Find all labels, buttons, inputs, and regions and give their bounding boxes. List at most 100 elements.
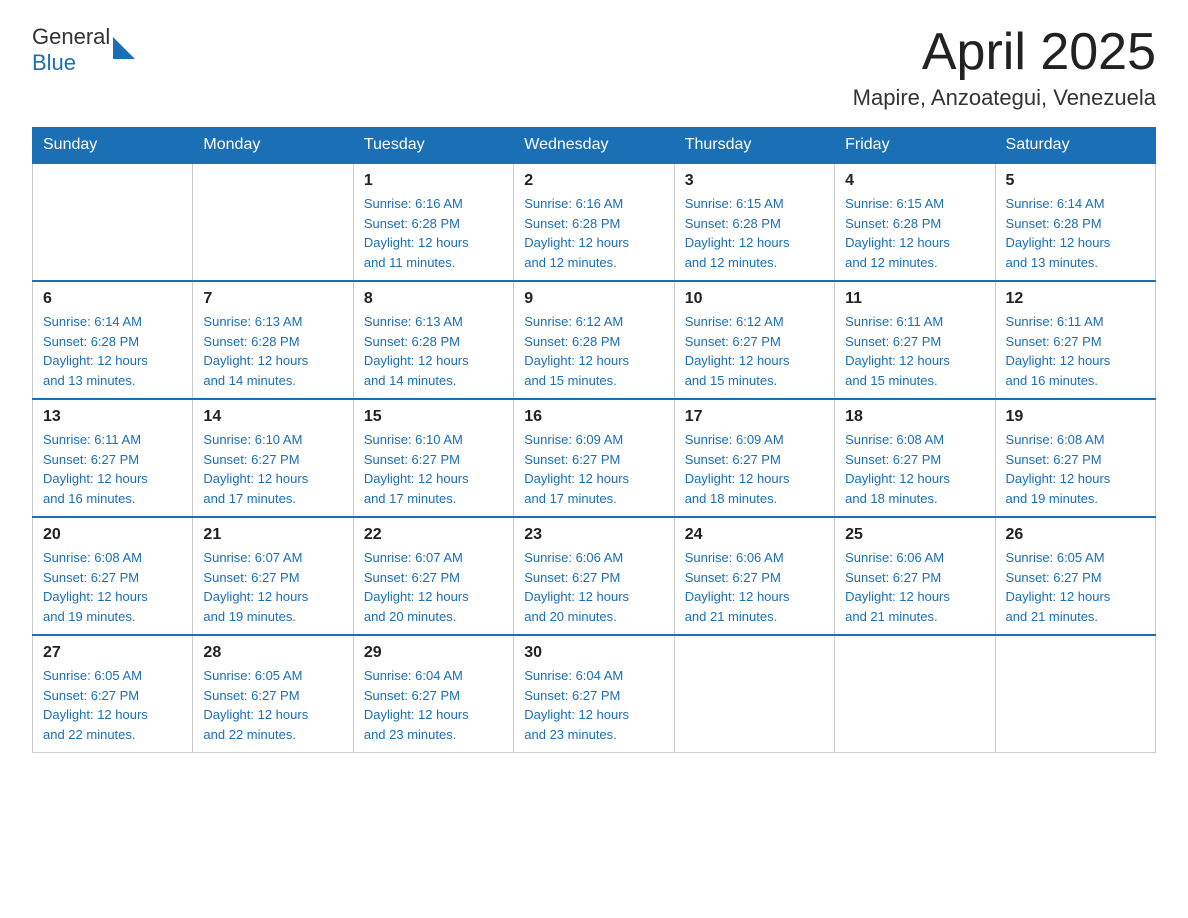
day-info: Sunrise: 6:07 AM Sunset: 6:27 PM Dayligh… — [364, 548, 503, 626]
day-number: 6 — [43, 290, 182, 308]
week-row-3: 13Sunrise: 6:11 AM Sunset: 6:27 PM Dayli… — [33, 399, 1156, 517]
day-number: 19 — [1006, 408, 1145, 426]
calendar-cell: 16 Sunrise: 6:09 AM Sunset: 6:27 PM Dayli… — [514, 399, 674, 517]
calendar-cell: 22 Sunrise: 6:07 AM Sunset: 6:27 PM Dayli… — [353, 517, 513, 635]
logo-arrow-icon — [113, 37, 135, 59]
calendar-cell: 8 Sunrise: 6:13 AM Sunset: 6:28 PM Daylig… — [353, 281, 513, 399]
column-header-tuesday: Tuesday — [353, 128, 513, 164]
calendar-cell: 15Sunrise: 6:10 AM Sunset: 6:27 PM Dayli… — [353, 399, 513, 517]
day-info: Sunrise: 6:09 AM Sunset: 6:27 PM Dayligh… — [524, 430, 663, 508]
calendar-cell: 5 Sunrise: 6:14 AM Sunset: 6:28 PM Daylig… — [995, 163, 1155, 281]
day-number: 28 — [203, 644, 342, 662]
day-info: Sunrise: 6:04 AM Sunset: 6:27 PM Dayligh… — [364, 666, 503, 744]
location-subtitle: Mapire, Anzoategui, Venezuela — [853, 85, 1156, 111]
day-info: Sunrise: 6:14 AM Sunset: 6:28 PM Dayligh… — [1006, 194, 1145, 272]
day-info: Sunrise: 6:08 AM Sunset: 6:27 PM Dayligh… — [43, 548, 182, 626]
day-info: Sunrise: 6:04 AM Sunset: 6:27 PM Dayligh… — [524, 666, 663, 744]
calendar-cell: 18 Sunrise: 6:08 AM Sunset: 6:27 PM Dayli… — [835, 399, 995, 517]
page-header: General Blue April 2025 Mapire, Anzoateg… — [32, 24, 1156, 111]
day-number: 29 — [364, 644, 503, 662]
calendar-cell — [193, 163, 353, 281]
calendar-cell: 3 Sunrise: 6:15 AM Sunset: 6:28 PM Daylig… — [674, 163, 834, 281]
calendar-cell: 4 Sunrise: 6:15 AM Sunset: 6:28 PM Daylig… — [835, 163, 995, 281]
week-row-5: 27Sunrise: 6:05 AM Sunset: 6:27 PM Dayli… — [33, 635, 1156, 753]
calendar-cell: 7 Sunrise: 6:13 AM Sunset: 6:28 PM Daylig… — [193, 281, 353, 399]
day-info: Sunrise: 6:12 AM Sunset: 6:27 PM Dayligh… — [685, 312, 824, 390]
calendar-cell: 25 Sunrise: 6:06 AM Sunset: 6:27 PM Dayli… — [835, 517, 995, 635]
day-number: 3 — [685, 172, 824, 190]
day-info: Sunrise: 6:07 AM Sunset: 6:27 PM Dayligh… — [203, 548, 342, 626]
day-number: 23 — [524, 526, 663, 544]
week-row-1: 1 Sunrise: 6:16 AM Sunset: 6:28 PM Daylig… — [33, 163, 1156, 281]
day-info: Sunrise: 6:06 AM Sunset: 6:27 PM Dayligh… — [685, 548, 824, 626]
calendar-cell: 20Sunrise: 6:08 AM Sunset: 6:27 PM Dayli… — [33, 517, 193, 635]
calendar-cell — [33, 163, 193, 281]
calendar-cell — [835, 635, 995, 753]
calendar-cell: 26Sunrise: 6:05 AM Sunset: 6:27 PM Dayli… — [995, 517, 1155, 635]
day-info: Sunrise: 6:14 AM Sunset: 6:28 PM Dayligh… — [43, 312, 182, 390]
day-number: 10 — [685, 290, 824, 308]
day-info: Sunrise: 6:13 AM Sunset: 6:28 PM Dayligh… — [364, 312, 503, 390]
column-header-friday: Friday — [835, 128, 995, 164]
day-info: Sunrise: 6:08 AM Sunset: 6:27 PM Dayligh… — [845, 430, 984, 508]
calendar-cell: 6 Sunrise: 6:14 AM Sunset: 6:28 PM Daylig… — [33, 281, 193, 399]
day-number: 2 — [524, 172, 663, 190]
logo: General Blue — [32, 24, 135, 77]
day-number: 21 — [203, 526, 342, 544]
calendar-header-row: SundayMondayTuesdayWednesdayThursdayFrid… — [33, 128, 1156, 164]
calendar-cell: 28 Sunrise: 6:05 AM Sunset: 6:27 PM Dayli… — [193, 635, 353, 753]
day-number: 1 — [364, 172, 503, 190]
day-number: 30 — [524, 644, 663, 662]
day-info: Sunrise: 6:06 AM Sunset: 6:27 PM Dayligh… — [845, 548, 984, 626]
day-number: 4 — [845, 172, 984, 190]
calendar-cell: 17 Sunrise: 6:09 AM Sunset: 6:27 PM Dayli… — [674, 399, 834, 517]
month-year-title: April 2025 — [853, 24, 1156, 81]
day-info: Sunrise: 6:16 AM Sunset: 6:28 PM Dayligh… — [364, 194, 503, 272]
calendar-cell: 30 Sunrise: 6:04 AM Sunset: 6:27 PM Dayli… — [514, 635, 674, 753]
day-number: 11 — [845, 290, 984, 308]
calendar-cell: 2 Sunrise: 6:16 AM Sunset: 6:28 PM Daylig… — [514, 163, 674, 281]
day-number: 18 — [845, 408, 984, 426]
logo-text: General Blue — [32, 24, 110, 77]
day-info: Sunrise: 6:15 AM Sunset: 6:28 PM Dayligh… — [685, 194, 824, 272]
day-info: Sunrise: 6:10 AM Sunset: 6:27 PM Dayligh… — [203, 430, 342, 508]
calendar-cell: 23 Sunrise: 6:06 AM Sunset: 6:27 PM Dayli… — [514, 517, 674, 635]
day-number: 25 — [845, 526, 984, 544]
day-info: Sunrise: 6:11 AM Sunset: 6:27 PM Dayligh… — [43, 430, 182, 508]
day-info: Sunrise: 6:15 AM Sunset: 6:28 PM Dayligh… — [845, 194, 984, 272]
calendar-table: SundayMondayTuesdayWednesdayThursdayFrid… — [32, 127, 1156, 753]
day-info: Sunrise: 6:05 AM Sunset: 6:27 PM Dayligh… — [43, 666, 182, 744]
day-info: Sunrise: 6:09 AM Sunset: 6:27 PM Dayligh… — [685, 430, 824, 508]
day-info: Sunrise: 6:11 AM Sunset: 6:27 PM Dayligh… — [845, 312, 984, 390]
column-header-saturday: Saturday — [995, 128, 1155, 164]
day-info: Sunrise: 6:13 AM Sunset: 6:28 PM Dayligh… — [203, 312, 342, 390]
day-number: 22 — [364, 526, 503, 544]
day-info: Sunrise: 6:10 AM Sunset: 6:27 PM Dayligh… — [364, 430, 503, 508]
column-header-thursday: Thursday — [674, 128, 834, 164]
day-number: 7 — [203, 290, 342, 308]
day-number: 8 — [364, 290, 503, 308]
day-info: Sunrise: 6:08 AM Sunset: 6:27 PM Dayligh… — [1006, 430, 1145, 508]
calendar-cell: 13Sunrise: 6:11 AM Sunset: 6:27 PM Dayli… — [33, 399, 193, 517]
calendar-cell: 11 Sunrise: 6:11 AM Sunset: 6:27 PM Dayli… — [835, 281, 995, 399]
day-number: 9 — [524, 290, 663, 308]
day-info: Sunrise: 6:06 AM Sunset: 6:27 PM Dayligh… — [524, 548, 663, 626]
calendar-cell — [674, 635, 834, 753]
day-info: Sunrise: 6:16 AM Sunset: 6:28 PM Dayligh… — [524, 194, 663, 272]
week-row-4: 20Sunrise: 6:08 AM Sunset: 6:27 PM Dayli… — [33, 517, 1156, 635]
calendar-cell: 29 Sunrise: 6:04 AM Sunset: 6:27 PM Dayli… — [353, 635, 513, 753]
calendar-cell: 27Sunrise: 6:05 AM Sunset: 6:27 PM Dayli… — [33, 635, 193, 753]
calendar-cell — [995, 635, 1155, 753]
calendar-cell: 24Sunrise: 6:06 AM Sunset: 6:27 PM Dayli… — [674, 517, 834, 635]
column-header-sunday: Sunday — [33, 128, 193, 164]
day-number: 14 — [203, 408, 342, 426]
title-block: April 2025 Mapire, Anzoategui, Venezuela — [853, 24, 1156, 111]
calendar-cell: 14 Sunrise: 6:10 AM Sunset: 6:27 PM Dayli… — [193, 399, 353, 517]
day-info: Sunrise: 6:12 AM Sunset: 6:28 PM Dayligh… — [524, 312, 663, 390]
column-header-wednesday: Wednesday — [514, 128, 674, 164]
day-info: Sunrise: 6:05 AM Sunset: 6:27 PM Dayligh… — [203, 666, 342, 744]
day-number: 17 — [685, 408, 824, 426]
day-number: 16 — [524, 408, 663, 426]
day-number: 5 — [1006, 172, 1145, 190]
day-number: 26 — [1006, 526, 1145, 544]
